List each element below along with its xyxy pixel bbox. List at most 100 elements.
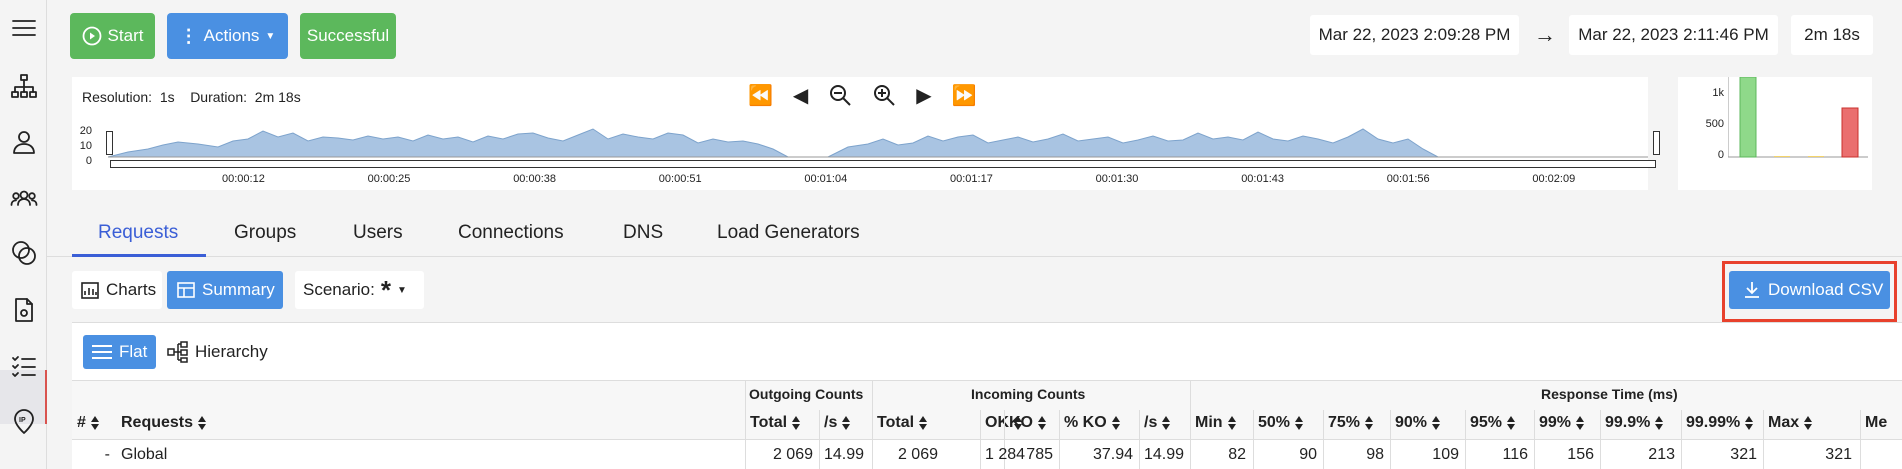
svg-text:IP: IP [19, 417, 26, 424]
x-tick: 00:01:56 [1386, 173, 1430, 185]
summary-button[interactable]: Summary [167, 271, 283, 309]
range-handle-right[interactable] [1653, 131, 1660, 155]
column-divider [1190, 380, 1191, 469]
list-icon [92, 345, 112, 359]
table-icon [177, 282, 195, 298]
connections-icon[interactable] [6, 235, 42, 271]
column-header[interactable]: Total [750, 414, 801, 432]
column-header[interactable]: KO [1009, 414, 1047, 432]
chart-icon [81, 282, 99, 299]
y-tick: 0 [85, 155, 92, 167]
column-divider [1390, 410, 1391, 469]
column-header[interactable]: 90% [1395, 414, 1441, 432]
table-cell: 116 [1502, 446, 1528, 463]
status-badge: Successful [300, 13, 396, 59]
range-selector[interactable] [110, 160, 1656, 168]
step-forward-icon[interactable]: ▶ [916, 83, 931, 113]
flat-button[interactable]: Flat [83, 335, 156, 369]
column-header-label: /s [1144, 414, 1158, 431]
column-divider [1139, 410, 1140, 469]
column-header[interactable]: Me [1865, 414, 1887, 432]
tab-groups[interactable]: Groups [234, 222, 296, 244]
column-header[interactable]: 95% [1470, 414, 1516, 432]
column-header[interactable]: 99% [1539, 414, 1585, 432]
column-divider [1860, 410, 1861, 469]
range-handle-left[interactable] [106, 131, 113, 155]
checklist-icon[interactable] [6, 348, 42, 384]
column-header[interactable]: % KO [1064, 414, 1121, 432]
table-cell: 321 [1825, 446, 1852, 463]
duration-label: Duration: [190, 89, 247, 105]
status-mini-chart: 1k 500 0 [1678, 77, 1872, 190]
column-header-label: Total [750, 414, 788, 431]
summary-label: Summary [202, 280, 275, 299]
start-button[interactable]: Start [70, 13, 155, 59]
x-tick: 00:01:04 [804, 173, 848, 185]
download-csv-button[interactable]: Download CSV [1729, 271, 1890, 309]
column-header[interactable]: Requests [121, 414, 207, 432]
tab-dns[interactable]: DNS [623, 222, 663, 244]
column-header[interactable]: Max [1768, 414, 1813, 432]
column-header[interactable]: 99.9% [1605, 414, 1664, 432]
column-divider [872, 380, 873, 469]
column-header[interactable]: 99.99% [1686, 414, 1754, 432]
duration-field[interactable]: 2m 18s [1791, 15, 1873, 55]
duration-text: 2m 18s [1804, 25, 1860, 44]
column-header-label: % KO [1064, 414, 1107, 431]
column-header[interactable]: /s [824, 414, 851, 432]
step-backward-icon[interactable]: ◀ [793, 83, 808, 113]
column-header-label: 95% [1470, 414, 1503, 431]
tab-active-underline [72, 254, 206, 257]
column-divider [1323, 410, 1324, 469]
zoom-out-icon[interactable] [828, 83, 852, 113]
hierarchy-label: Hierarchy [195, 342, 268, 361]
column-header[interactable]: 75% [1328, 414, 1374, 432]
column-header[interactable]: 50% [1258, 414, 1304, 432]
x-tick: 00:00:12 [222, 173, 265, 185]
start-time-field[interactable]: Mar 22, 2023 2:09:28 PM [1310, 15, 1519, 55]
fast-forward-icon[interactable]: ⏩ [952, 83, 977, 113]
column-divider [1763, 410, 1764, 469]
file-settings-icon[interactable] [6, 292, 42, 328]
column-header[interactable]: Min [1195, 414, 1237, 432]
tab-connections[interactable]: Connections [458, 222, 564, 244]
tab-requests[interactable]: Requests [98, 222, 178, 244]
column-header-label: Min [1195, 414, 1223, 431]
group-incoming: Incoming Counts [971, 386, 1086, 402]
y-tick: 10 [79, 140, 92, 152]
table-cell: 156 [1567, 446, 1594, 463]
column-header[interactable]: Total [877, 414, 928, 432]
column-divider [745, 380, 746, 469]
user-icon[interactable] [6, 124, 42, 160]
column-header[interactable]: /s [1144, 414, 1171, 432]
table-cell: 14.99 [1144, 446, 1185, 463]
fast-backward-icon[interactable]: ⏪ [748, 83, 773, 113]
tab-load-generators[interactable]: Load Generators [717, 222, 860, 244]
table-cell: 90 [1299, 446, 1317, 463]
zoom-in-icon[interactable] [872, 83, 896, 113]
column-divider [1059, 410, 1060, 469]
scenario-select[interactable]: Scenario: * ▼ [295, 271, 424, 309]
users-group-icon[interactable] [6, 180, 42, 216]
column-divider [1600, 410, 1601, 469]
column-header[interactable]: # [77, 414, 100, 432]
sitemap-icon[interactable] [6, 68, 42, 104]
y-tick: 20 [79, 125, 92, 137]
table-cell: 98 [1366, 446, 1384, 463]
scenario-label: Scenario: [303, 280, 375, 299]
column-header-label: Requests [121, 414, 194, 431]
tab-label: DNS [623, 222, 664, 243]
tab-users[interactable]: Users [353, 222, 403, 244]
hierarchy-button[interactable]: Hierarchy [162, 335, 274, 369]
mini-bars [1728, 77, 1868, 158]
column-header-label: # [77, 414, 86, 431]
menu-icon[interactable] [6, 10, 42, 46]
ip-location-icon[interactable]: IP [6, 403, 42, 439]
charts-button[interactable]: Charts [72, 271, 162, 309]
timeline-controls: ⏪ ◀ ▶ ⏩ [748, 83, 977, 113]
column-header-label: 75% [1328, 414, 1361, 431]
actions-dropdown[interactable]: ⋮ Actions ▼ [167, 13, 288, 59]
kebab-icon: ⋮ [179, 25, 198, 46]
caret-down-icon: ▼ [265, 30, 276, 42]
end-time-field[interactable]: Mar 22, 2023 2:11:46 PM [1569, 15, 1778, 55]
